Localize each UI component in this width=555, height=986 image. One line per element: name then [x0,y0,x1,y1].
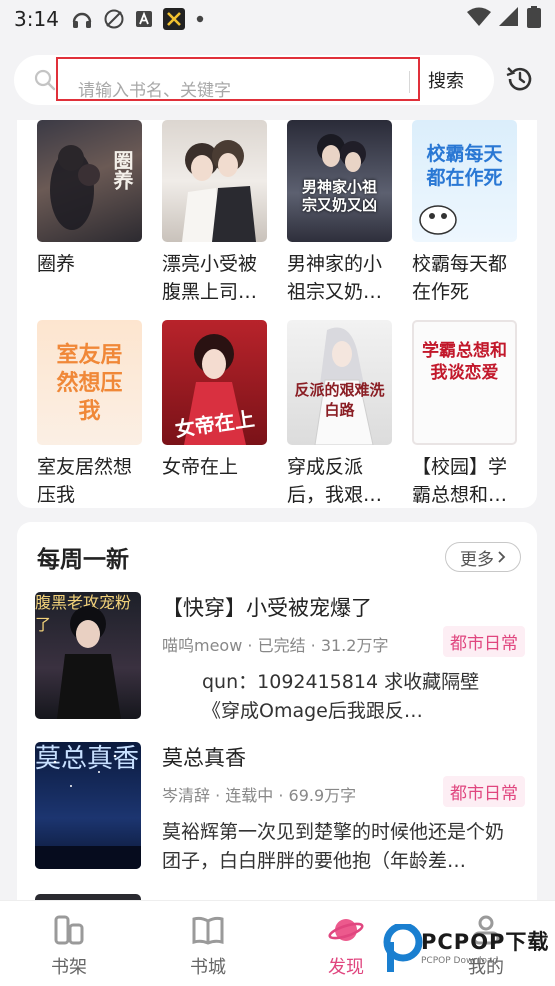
headphones-icon [71,8,93,30]
book-title: 圈养 [37,253,76,275]
nav-discover[interactable]: 发现 [306,915,386,979]
book-item[interactable]: 圈养 圈养 [37,120,142,306]
book-meta: 岑清辞 · 连载中 · 69.9万字 [162,786,357,805]
no-sync-icon [103,8,125,30]
book-title: 莫总真香 [162,746,246,770]
book-cover: 腹黑老攻宠粉了 [35,592,141,719]
book-title: 室友居然想压我 [37,456,133,506]
history-icon[interactable] [505,64,535,98]
book-title: 漂亮小受被腹黑上司… [162,253,258,303]
book-cover: 校霸每天都在作死 [412,120,517,242]
book-title: 男神家的小祖宗又奶… [287,253,383,303]
book-cover-title: 校霸每天都在作死 [426,143,503,189]
nav-label: 书架 [51,957,87,978]
search-input[interactable] [56,57,420,101]
book-description: 莫裕辉第一次见到楚擎的时候他还是个奶团子，白白胖胖的要他抱（年龄差… [162,821,505,872]
app-tool-icon [162,8,185,30]
genre-tag: 都市日常 [443,776,525,807]
book-item[interactable]: 漂亮小受被腹黑上司… [162,120,267,306]
nav-bookstore[interactable]: 书城 [168,915,248,979]
more-label: 更多 [460,549,494,570]
book-open-icon [191,916,225,949]
pcpop-watermark: PCPOP下载 PCPOP Download [381,922,551,980]
book-cover: 反派的艰难洗白路 [287,320,392,445]
bookshelf-icon [53,915,85,949]
list-item[interactable]: 莫总真香 莫总真香 岑清辞 · 连载中 · 69.9万字 都市日常 莫裕辉第一次… [35,742,525,872]
book-cover-title: 圈养 [110,150,134,190]
weekly-section: 每周一新 更多 腹黑老攻宠粉了 【快穿】小受被宠爆了 喵呜meow · 已完结 … [17,522,537,922]
book-title: 校霸每天都在作死 [412,253,508,303]
more-button[interactable]: 更多 [445,542,521,572]
search-divider [409,71,410,93]
book-cover: 女帝在上 [162,320,267,445]
search-icon [34,69,56,95]
book-item[interactable]: 校霸每天都在作死 校霸每天都在作死 [412,120,517,306]
signal-icon [499,7,519,31]
book-title: 【校园】学霸总想和… [412,456,508,506]
search-bar: 搜索 [14,55,494,105]
chevron-right-icon [497,550,506,564]
section-title: 每周一新 [37,547,129,573]
book-title: 【快穿】小受被宠爆了 [162,596,372,620]
book-title: 穿成反派后，我艰… [287,456,383,506]
search-button[interactable]: 搜索 [428,67,464,93]
book-item[interactable]: 男神家小祖宗又奶又凶 男神家的小祖宗又奶… [287,120,392,306]
book-cover: 男神家小祖宗又奶又凶 [287,120,392,242]
nav-label: 发现 [328,957,364,978]
planet-icon [328,919,364,949]
search-row: 搜索 [14,52,541,108]
book-cover: 圈养 [37,120,142,242]
book-cover-title: 男神家小祖宗又奶又凶 [301,178,377,214]
book-grid-card: 圈养 圈养 漂亮小受被腹黑上司… 男神家小祖宗又奶又凶 男神家的小祖宗又奶… 校… [17,120,537,508]
dot-icon [195,14,205,24]
status-time: 3:14 [14,7,59,31]
list-item[interactable]: 腹黑老攻宠粉了 【快穿】小受被宠爆了 喵呜meow · 已完结 · 31.2万字… [35,592,525,722]
battery-icon [527,6,541,32]
book-item[interactable]: 室友居然想压我 室友居然想压我 [37,306,142,508]
book-description: qun：1092415814 求收藏隔壁《穿成Omage后我跟反… [202,671,480,722]
nav-label: 书城 [190,957,226,978]
nav-bookshelf[interactable]: 书架 [29,915,109,979]
book-item[interactable]: 女帝在上 女帝在上 [162,306,267,508]
book-cover-title: 学霸总想和我谈恋爱 [422,341,507,383]
book-cover: 莫总真香 [35,742,141,869]
pcpop-logo-icon [383,924,423,972]
status-bar: 3:14 [0,0,555,38]
book-cover-title: 反派的艰难洗白路 [294,381,385,419]
book-cover-title: 室友居然想压我 [56,343,123,424]
genre-tag: 都市日常 [443,626,525,657]
watermark-brand: PCPOP下载 [421,930,550,954]
book-cover [162,120,267,242]
book-cover: 室友居然想压我 [37,320,142,445]
book-grid: 圈养 圈养 漂亮小受被腹黑上司… 男神家小祖宗又奶又凶 男神家的小祖宗又奶… 校… [37,120,527,508]
book-title: 女帝在上 [162,456,239,478]
font-icon [135,10,153,28]
book-cover: 学霸总想和我谈恋爱 [412,320,517,445]
book-item[interactable]: 反派的艰难洗白路 穿成反派后，我艰… [287,306,392,508]
book-item[interactable]: 学霸总想和我谈恋爱 【校园】学霸总想和… [412,306,517,508]
book-meta: 喵呜meow · 已完结 · 31.2万字 [162,636,389,655]
watermark-sub: PCPOP Download [421,956,499,966]
wifi-icon [467,7,491,31]
